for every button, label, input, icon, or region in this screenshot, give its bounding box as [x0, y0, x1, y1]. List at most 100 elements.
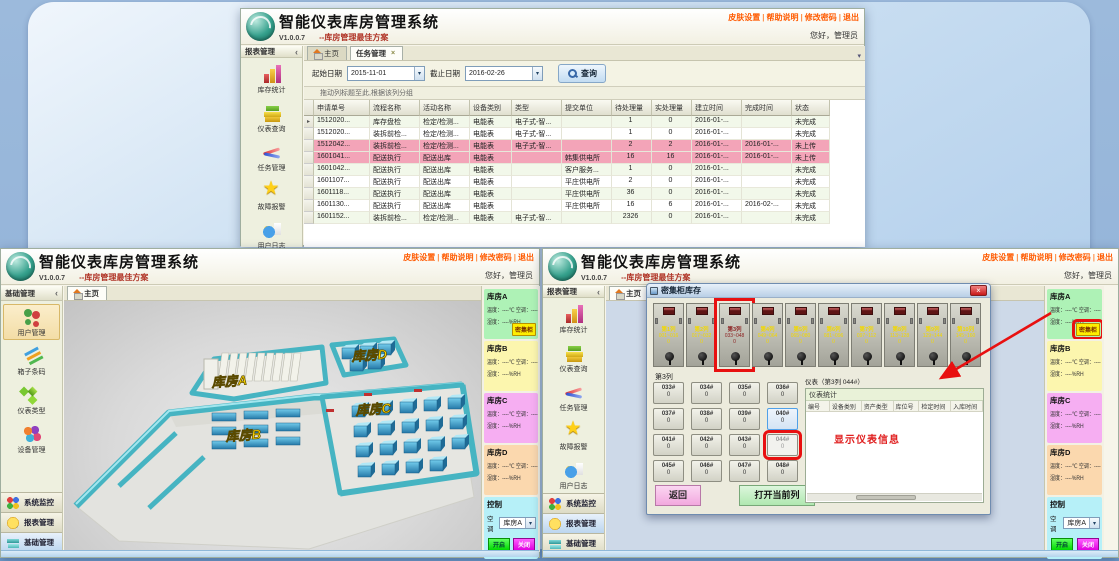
column-header[interactable]: 建立时间 [692, 100, 742, 116]
meter-column-header[interactable]: 资产类型 [862, 401, 894, 411]
meter-column-header[interactable]: 设备类别 [830, 401, 862, 411]
table-row[interactable]: 1601152...装拆前检...检定/检测...电能表电子式-智...2326… [304, 212, 865, 224]
dialog-title-bar[interactable]: 密集柜库存 × [647, 284, 990, 298]
collapse-chevron-icon[interactable]: ‹ [55, 288, 58, 298]
slot-button-041[interactable]: 041#0 [653, 434, 684, 456]
tab-close-icon[interactable]: × [391, 50, 395, 57]
column-header[interactable]: 类型 [512, 100, 562, 116]
column-header[interactable]: 提交单位 [562, 100, 612, 116]
warehouse-3d-view[interactable]: 库房A 库房B 库房C 库房D [64, 301, 481, 552]
cabinet-column-7[interactable]: 第7列097~1120 [851, 303, 882, 367]
header-link-0[interactable]: 皮肤设置 [982, 253, 1014, 262]
column-header[interactable]: 申请单号 [314, 100, 370, 116]
slot-button-042[interactable]: 042#0 [691, 434, 722, 456]
collapse-chevron-icon[interactable]: ‹ [597, 287, 600, 297]
ac-room-select[interactable]: 库房A▾ [499, 517, 536, 529]
header-link-0[interactable]: 皮肤设置 [728, 13, 760, 22]
tab-task-management[interactable]: 任务管理 × [350, 46, 403, 60]
slot-button-037[interactable]: 037#0 [653, 408, 684, 430]
column-header[interactable]: 待处理量 [612, 100, 652, 116]
table-row[interactable]: 1512042...装拆前检...检定/检测...电能表电子式-智...2220… [304, 140, 865, 152]
sidebar-item-pens[interactable]: 任务管理 [241, 139, 302, 175]
sidebar-item-users[interactable]: 用户管理 [3, 304, 60, 340]
cabinet-column-1[interactable]: 第1列001~0160 [653, 303, 684, 367]
column-header[interactable]: 完成时间 [742, 100, 792, 116]
header-link-0[interactable]: 皮肤设置 [403, 253, 435, 262]
sidebar-item-books[interactable]: 仪表查询 [543, 340, 604, 376]
cabinet-column-5[interactable]: 第5列065~0800 [785, 303, 816, 367]
sidebar-header[interactable]: 报表管理 ‹ [543, 286, 604, 298]
slot-button-033[interactable]: 033#0 [653, 382, 684, 404]
header-link-1[interactable]: 帮助说明 [767, 13, 799, 22]
sidebar-item-leaf[interactable]: 仪表类型 [1, 382, 62, 418]
compact-cabinet-button[interactable]: 密集柜 [1076, 323, 1100, 336]
search-button[interactable]: 查询 [558, 64, 606, 83]
column-header[interactable]: 流程名称 [370, 100, 420, 116]
sidebar-item-chart-bars[interactable]: 库存统计 [543, 301, 604, 337]
table-row[interactable]: 1601130...配送执行配送出库电能表平庄供电所1662016-01-...… [304, 200, 865, 212]
slot-button-038[interactable]: 038#0 [691, 408, 722, 430]
slot-button-035[interactable]: 035#0 [729, 382, 760, 404]
meter-column-header[interactable]: 编号 [806, 401, 830, 411]
sidebar-item-user-log[interactable]: 用户日志 [543, 457, 604, 493]
table-row[interactable]: 1601041...配送执行配送出库电能表韩集供电所16162016-01-..… [304, 152, 865, 164]
sidebar-item-chart-bars[interactable]: 库存统计 [241, 61, 302, 97]
header-link-2[interactable]: 修改密码 [480, 253, 512, 262]
cabinet-column-8[interactable]: 第8列113~1280 [884, 303, 915, 367]
meter-column-header[interactable]: 检定时间 [919, 401, 951, 411]
sidebar-item-barcode[interactable]: 箱子条码 [1, 343, 62, 379]
end-date-picker[interactable]: 2016-02-26 ▾ [465, 66, 543, 81]
slot-button-047[interactable]: 047#0 [729, 460, 760, 482]
table-row[interactable]: 1601042...配送执行配送出库电能表客户服务...102016-01-..… [304, 164, 865, 176]
header-link-1[interactable]: 帮助说明 [1021, 253, 1053, 262]
header-link-3[interactable]: 退出 [518, 253, 534, 262]
cabinet-column-6[interactable]: 第6列081~0960 [818, 303, 849, 367]
cabinet-column-2[interactable]: 第2列017~0320 [686, 303, 717, 367]
tab-home[interactable]: 主页 [609, 286, 649, 300]
meter-column-header[interactable]: 入库时间 [951, 401, 983, 411]
sidebar-header[interactable]: 基础管理 ‹ [1, 286, 62, 301]
tab-home[interactable]: 主页 [67, 286, 107, 300]
header-link-3[interactable]: 退出 [843, 13, 859, 22]
header-link-3[interactable]: 退出 [1097, 253, 1113, 262]
table-row[interactable]: 1512020...装拆前检...检定/检测...电能表电子式-智...1020… [304, 128, 865, 140]
slot-button-043[interactable]: 043#0 [729, 434, 760, 456]
slot-button-040[interactable]: 040#0 [767, 408, 798, 430]
slot-button-034[interactable]: 034#0 [691, 382, 722, 404]
dialog-close-button[interactable]: × [970, 285, 987, 296]
table-row[interactable]: 1601107...配送执行配送出库电能表平庄供电所202016-01-...未… [304, 176, 865, 188]
cabinet-column-9[interactable]: 第9列129~1440 [917, 303, 948, 367]
scrollbar-thumb[interactable] [856, 495, 916, 500]
tab-overflow-icon[interactable]: ▾ [857, 52, 861, 60]
slot-button-044[interactable]: 044#0 [767, 434, 798, 456]
tab-home[interactable]: 主页 [307, 46, 347, 60]
collapse-chevron-icon[interactable]: ‹ [295, 47, 298, 57]
cabinet-column-4[interactable]: 第4列049~0640 [752, 303, 783, 367]
dropdown-arrow-icon[interactable]: ▾ [532, 67, 542, 80]
dropdown-arrow-icon[interactable]: ▾ [414, 67, 424, 80]
ac-room-select[interactable]: 库房A▾ [1063, 517, 1100, 529]
column-header[interactable]: 活动名称 [420, 100, 470, 116]
sidebar-item-star[interactable]: 故障报警 [543, 418, 604, 454]
horizontal-scrollbar[interactable] [807, 493, 982, 501]
column-header[interactable]: 状态 [792, 100, 830, 116]
group-button-report[interactable]: 报表管理 [1, 512, 62, 532]
header-link-2[interactable]: 修改密码 [1059, 253, 1091, 262]
group-button-monitor[interactable]: 系统监控 [1, 492, 62, 512]
meter-column-header[interactable]: 库位号 [894, 401, 920, 411]
group-button-monitor[interactable]: 系统监控 [543, 493, 604, 513]
table-row[interactable]: ▸1512020...库存盘检检定/检测...电能表电子式-智...102016… [304, 116, 865, 128]
header-link-1[interactable]: 帮助说明 [442, 253, 474, 262]
column-header[interactable]: 设备类别 [470, 100, 512, 116]
open-current-column-button[interactable]: 打开当前列 [739, 485, 815, 506]
cabinet-column-10[interactable]: 第10列145~1600 [950, 303, 981, 367]
sidebar-item-devices[interactable]: 设备管理 [1, 421, 62, 457]
sidebar-item-star[interactable]: 故障报警 [241, 178, 302, 214]
slot-button-045[interactable]: 045#0 [653, 460, 684, 482]
compact-cabinet-button[interactable]: 密集柜 [512, 323, 536, 336]
slot-button-048[interactable]: 048#0 [767, 460, 798, 482]
column-header[interactable]: 实处理量 [652, 100, 692, 116]
cabinet-column-3[interactable]: 第3列033~0480 [719, 303, 750, 367]
header-link-2[interactable]: 修改密码 [805, 13, 837, 22]
group-button-report[interactable]: 报表管理 [543, 513, 604, 533]
